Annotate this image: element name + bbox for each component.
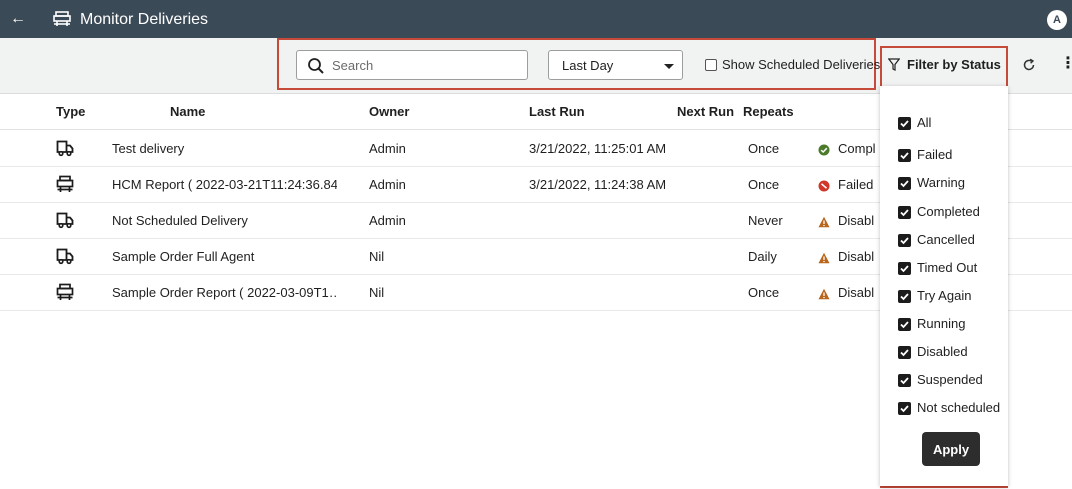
back-arrow-icon[interactable]: ←	[10, 9, 26, 29]
checkbox-checked-icon[interactable]	[898, 374, 911, 387]
row-repeats: Daily	[748, 249, 777, 264]
checkbox-checked-icon[interactable]	[898, 149, 911, 162]
filter-by-status-button[interactable]: Filter by Status	[884, 53, 1004, 77]
filter-option-label: Not scheduled	[917, 400, 1001, 415]
row-repeats: Once	[748, 285, 780, 300]
row-repeats: Never	[748, 213, 783, 228]
show-scheduled-checkbox[interactable]	[705, 59, 717, 71]
checkbox-checked-icon[interactable]	[898, 262, 911, 275]
row-name[interactable]: Not Scheduled Delivery	[112, 213, 337, 228]
check-circle-icon	[818, 143, 830, 156]
column-header-owner[interactable]: Owner	[369, 104, 409, 119]
filter-option-label: Suspended	[917, 372, 983, 387]
filter-status-menu: All Failed Warning Completed Cancelled Timed …	[880, 86, 1008, 486]
checkbox-checked-icon[interactable]	[898, 206, 911, 219]
checkbox-checked-icon[interactable]	[898, 117, 911, 130]
checkbox-checked-icon[interactable]	[898, 346, 911, 359]
page-title: Monitor Deliveries	[80, 11, 209, 28]
filter-option-label: Failed	[917, 147, 953, 162]
filter-option-label: Warning	[917, 175, 965, 190]
truck-icon	[56, 211, 74, 229]
title-bar: ← Monitor Deliveries A	[0, 0, 1072, 38]
row-status: Compl	[838, 141, 876, 156]
truck-icon	[56, 139, 74, 157]
checkbox-checked-icon[interactable]	[898, 177, 911, 190]
row-repeats: Once	[748, 141, 780, 156]
report-icon	[53, 11, 71, 26]
more-options-icon[interactable]: ⋮	[1060, 54, 1072, 74]
checkbox-checked-icon[interactable]	[898, 402, 911, 415]
row-last-run: 3/21/2022, 11:25:01 AM	[529, 141, 667, 156]
filter-option-label: Running	[917, 316, 966, 331]
column-header-repeats[interactable]: Repeats	[743, 104, 794, 119]
row-owner: Nil	[369, 249, 385, 264]
search-icon	[308, 58, 324, 74]
filter-option-label: Disabled	[917, 344, 968, 359]
row-name[interactable]: Sample Order Full Agent	[112, 249, 337, 264]
row-name[interactable]: HCM Report ( 2022-03-21T11:24:36.84…	[112, 177, 337, 192]
column-header-name[interactable]: Name	[170, 104, 205, 119]
row-repeats: Once	[748, 177, 780, 192]
checkbox-checked-icon[interactable]	[898, 318, 911, 331]
checkbox-checked-icon[interactable]	[898, 290, 911, 303]
funnel-icon	[888, 58, 900, 71]
filter-option-label: Completed	[917, 204, 980, 219]
show-scheduled-label[interactable]: Show Scheduled Deliveries	[722, 57, 880, 72]
row-owner: Admin	[369, 141, 406, 156]
row-name[interactable]: Sample Order Report ( 2022-03-09T1…	[112, 285, 337, 300]
time-range-value: Last Day	[562, 58, 614, 73]
filter-option-label: Timed Out	[917, 260, 978, 275]
search-box[interactable]	[296, 50, 528, 80]
report-icon	[56, 283, 74, 301]
warning-icon	[818, 287, 830, 300]
time-range-select[interactable]: Last Day	[548, 50, 683, 80]
truck-icon	[56, 247, 74, 265]
row-owner: Nil	[369, 285, 385, 300]
filter-by-status-label: Filter by Status	[907, 57, 1001, 72]
refresh-icon[interactable]	[1022, 58, 1036, 72]
column-header-type[interactable]: Type	[56, 104, 85, 119]
column-header-next-run[interactable]: Next Run	[677, 104, 734, 119]
warning-icon	[818, 251, 830, 264]
row-name[interactable]: Test delivery	[112, 141, 337, 156]
row-owner: Admin	[369, 213, 406, 228]
report-icon	[56, 175, 74, 193]
filter-option-label: All	[917, 115, 932, 130]
search-input[interactable]	[332, 55, 517, 75]
error-circle-icon	[818, 179, 830, 192]
row-status: Disabl	[838, 249, 875, 264]
row-owner: Admin	[369, 177, 406, 192]
column-header-last-run[interactable]: Last Run	[529, 104, 585, 119]
filter-option-label: Cancelled	[917, 232, 975, 247]
apply-button[interactable]: Apply	[922, 432, 980, 466]
row-status: Disabl	[838, 213, 875, 228]
filter-option-label: Try Again	[917, 288, 972, 303]
row-status: Failed	[838, 177, 874, 192]
chevron-down-icon	[664, 64, 674, 69]
avatar[interactable]: A	[1047, 10, 1067, 30]
warning-icon	[818, 215, 830, 228]
checkbox-checked-icon[interactable]	[898, 234, 911, 247]
row-last-run: 3/21/2022, 11:24:38 AM	[529, 177, 667, 192]
row-status: Disabl	[838, 285, 875, 300]
